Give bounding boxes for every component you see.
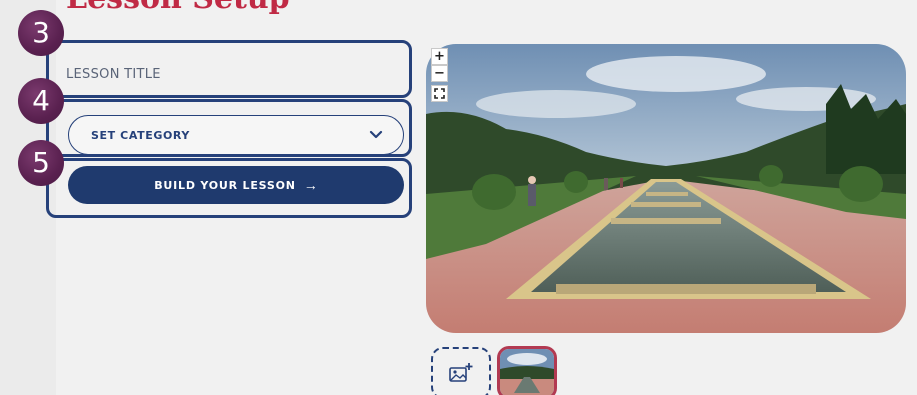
page-title: Lesson Setup [66, 0, 290, 14]
category-select-label: SET CATEGORY [91, 128, 190, 142]
step-badge-3: 3 [18, 10, 64, 56]
build-lesson-label: BUILD YOUR LESSON [154, 178, 296, 192]
chevron-down-icon [369, 130, 383, 139]
lesson-title-input[interactable] [66, 60, 396, 88]
fullscreen-button[interactable] [431, 85, 448, 102]
zoom-out-button[interactable]: − [431, 65, 448, 82]
thumbnail-image [500, 349, 554, 395]
step-badge-4: 4 [18, 78, 64, 124]
panorama-thumbnail[interactable] [497, 346, 557, 395]
build-lesson-button[interactable]: BUILD YOUR LESSON → [68, 166, 404, 204]
add-image-icon [449, 363, 473, 382]
step-badge-5: 5 [18, 140, 64, 186]
panorama-viewer[interactable] [426, 44, 906, 333]
fullscreen-icon [434, 88, 445, 99]
add-image-button[interactable] [431, 347, 491, 395]
category-select[interactable]: SET CATEGORY [68, 115, 404, 155]
panorama-image [426, 44, 906, 333]
arrow-right-icon: → [303, 177, 318, 193]
zoom-in-button[interactable]: + [431, 48, 448, 65]
